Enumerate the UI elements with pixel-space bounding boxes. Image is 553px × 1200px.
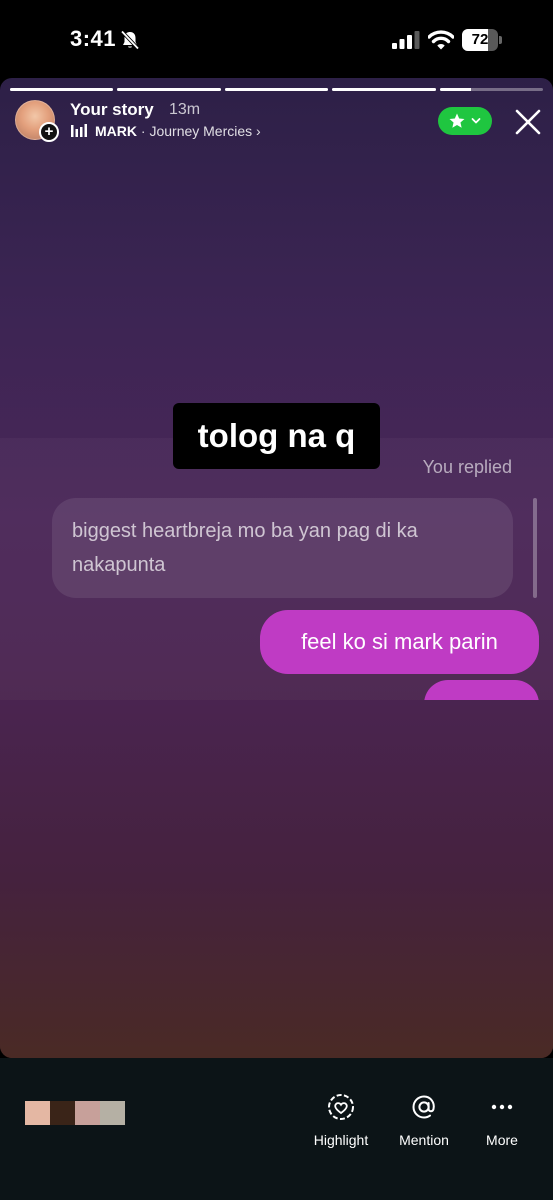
more-label: More [486, 1132, 518, 1148]
story-progress-fill [224, 88, 329, 91]
highlight-label: Highlight [313, 1132, 369, 1148]
more-dots-icon [491, 1104, 513, 1110]
story-progress-segment [332, 88, 436, 91]
battery-cap [499, 36, 502, 44]
story-actions-bar: Highlight Mention More [0, 1058, 553, 1200]
story-background-lower [0, 700, 553, 1058]
status-time: 3:41 [70, 26, 117, 51]
close-icon[interactable] [514, 108, 542, 136]
story-progress-segment [439, 88, 544, 91]
chevron-down-icon [471, 118, 481, 124]
story-progress-fill [117, 88, 221, 91]
music-bars-icon [71, 124, 87, 137]
story-timestamp: 13m [169, 101, 201, 118]
music-attribution[interactable]: MARK · Journey Mercies › [95, 123, 261, 139]
status-bar: 3:41 72 [0, 0, 553, 78]
reply-label: You replied [422, 457, 512, 477]
music-artist: MARK [95, 123, 137, 139]
highlight-button[interactable]: Highlight [301, 1092, 381, 1152]
battery-indicator: 72 [462, 29, 502, 51]
story-progress-fill [439, 88, 471, 91]
mention-button[interactable]: Mention [384, 1092, 464, 1152]
story-title[interactable]: Your story [70, 100, 154, 120]
more-button[interactable]: More [462, 1092, 542, 1152]
cellular-signal-icon [392, 31, 420, 49]
viewer-thumbnail[interactable] [50, 1101, 75, 1125]
heart-circle-icon [328, 1094, 354, 1120]
wifi-icon [428, 30, 454, 50]
bell-slash-icon [120, 30, 140, 50]
story-progress-segment [224, 88, 329, 91]
music-separator: · [137, 123, 150, 139]
received-message-bubble[interactable]: biggest heartbreja mo ba yan pag di ka n… [52, 498, 513, 598]
story-progress-segment [10, 88, 114, 91]
viewer-thumbnail[interactable] [25, 1101, 50, 1125]
battery-percent: 72 [471, 31, 489, 48]
story-progress-fill [332, 88, 436, 91]
scrollbar[interactable] [533, 498, 537, 598]
story-progress-bar [10, 88, 544, 91]
story-viewer[interactable]: + Your story 13m MARK · Journey Mercies … [0, 78, 553, 1058]
battery-body: 72 [462, 29, 498, 51]
close-friends-button[interactable] [438, 107, 492, 135]
mention-label: Mention [399, 1132, 449, 1148]
story-progress-segment [117, 88, 221, 91]
music-song: Journey Mercies › [149, 123, 261, 139]
star-icon [449, 113, 465, 128]
viewer-thumbnail[interactable] [100, 1101, 125, 1125]
viewers-thumbnail-strip[interactable] [25, 1101, 125, 1125]
at-icon [412, 1095, 435, 1119]
viewer-thumbnail[interactable] [75, 1101, 100, 1125]
add-story-badge[interactable]: + [39, 122, 59, 142]
story-progress-fill [10, 88, 114, 91]
sent-message-bubble[interactable]: feel ko si mark parin [260, 610, 539, 674]
